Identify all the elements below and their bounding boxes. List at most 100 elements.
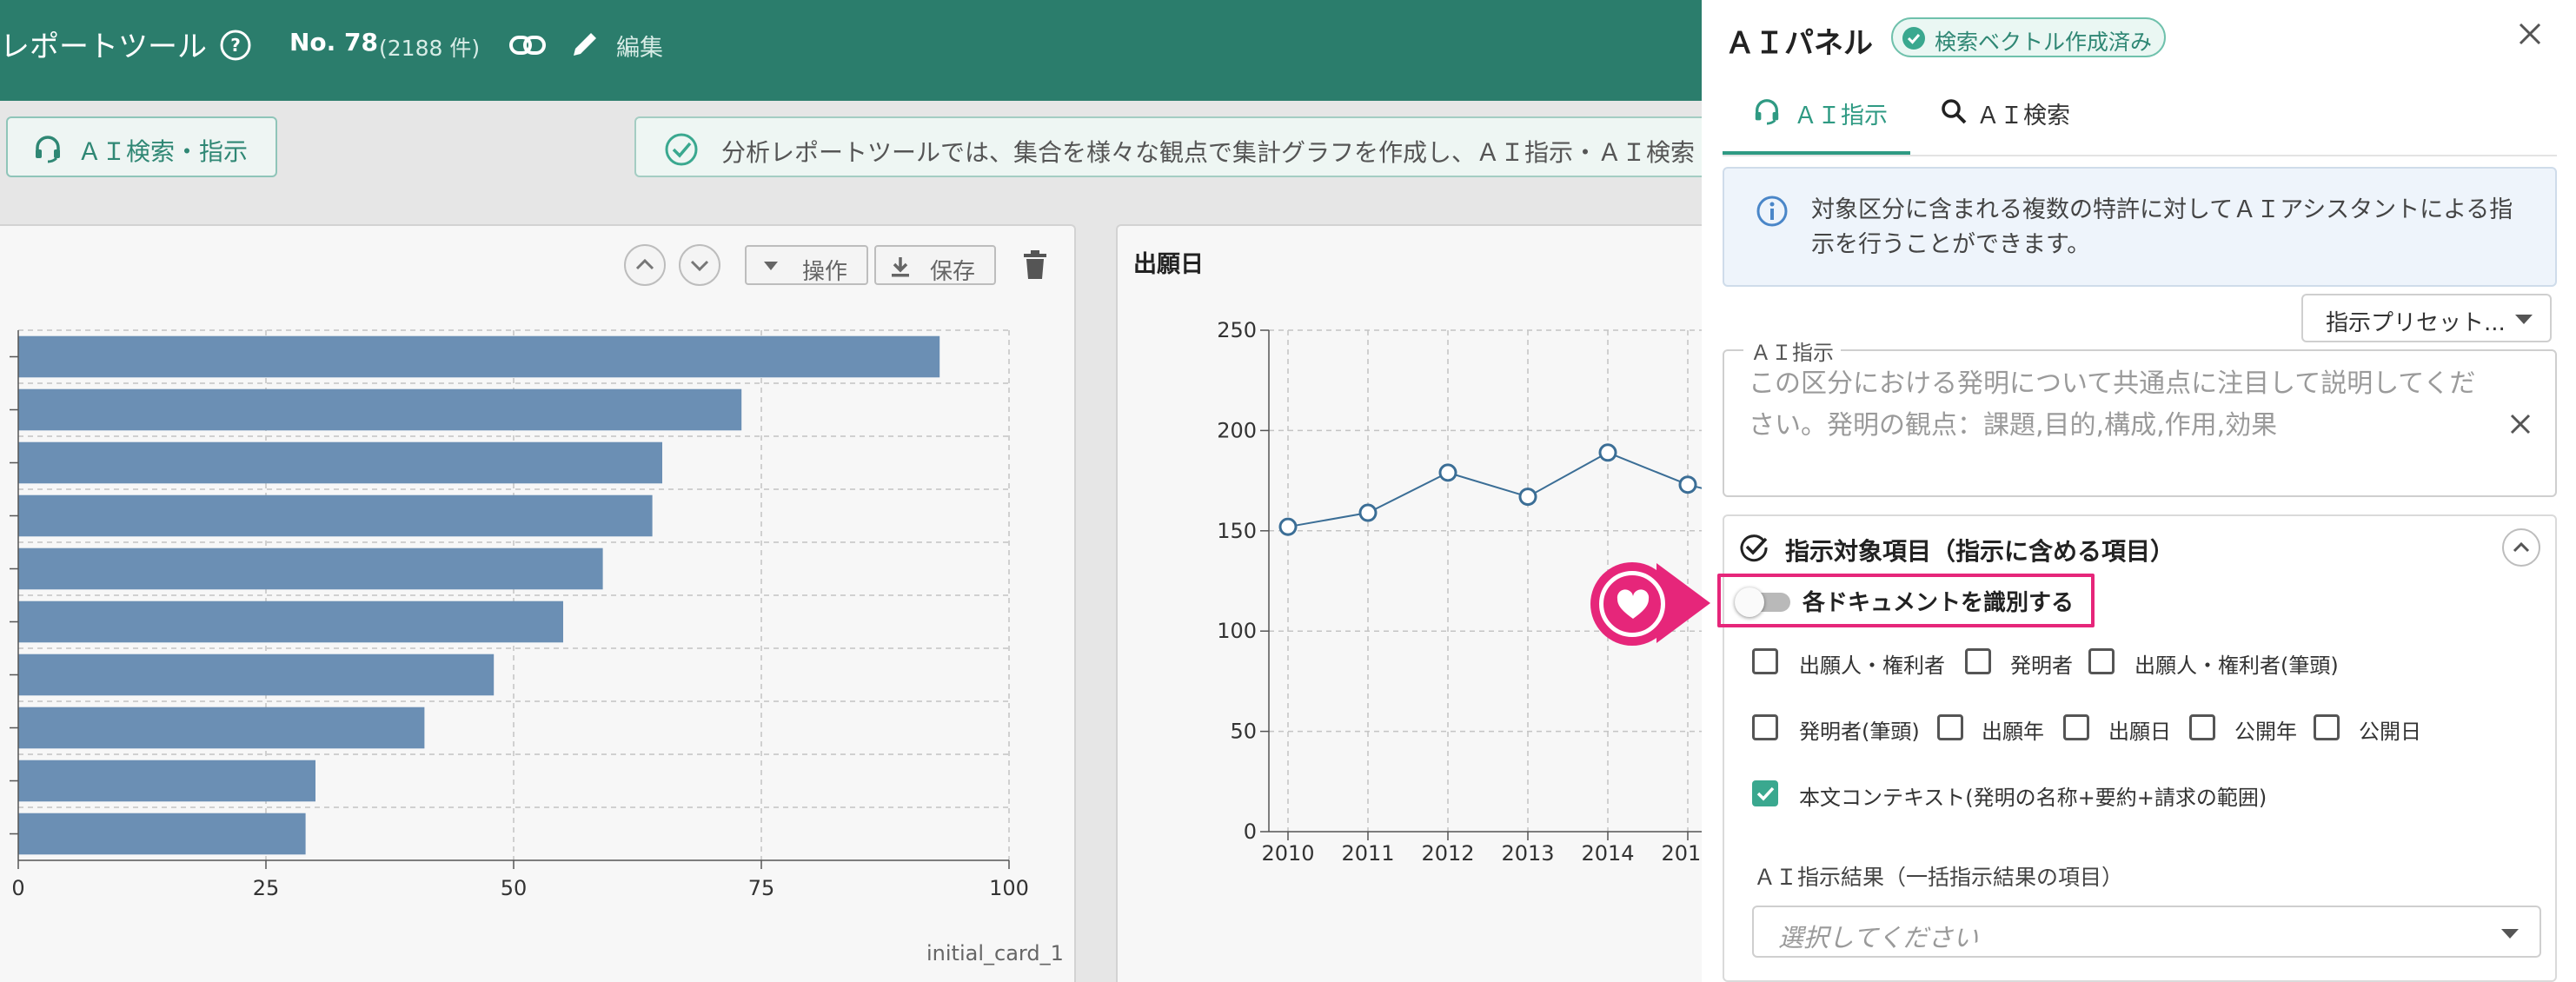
status-badge-label: 検索ベクトル作成済み [1935, 30, 2153, 55]
data-point [1598, 443, 1617, 462]
checkbox-label: 本文コンテキスト(発明の名称+要約+請求の範囲) [1799, 786, 2267, 810]
checkbox-filing-date[interactable] [2063, 714, 2089, 740]
record-number: No. 78 [289, 28, 379, 56]
y-tick-label: 250 [1217, 318, 1257, 342]
x-tick-label: 2014 [1581, 841, 1634, 866]
bar [18, 494, 653, 537]
info-text: 対象区分に含まれる複数の特許に対してＡＩアシスタントによる指示を行うことができま… [1811, 196, 2513, 258]
ai-search-instruct-button[interactable]: ＡＩ検索・指示 [6, 116, 277, 177]
checkbox-label: 公開年 [2234, 720, 2297, 744]
checkbox-label: 出願人・権利者(筆頭) [2134, 654, 2339, 678]
edit-link[interactable]: 編集 [616, 29, 663, 63]
caret-down-icon [2515, 315, 2533, 324]
checkbox-applicant-first[interactable] [2088, 648, 2115, 674]
info-icon [1756, 196, 1788, 227]
pointer-badge [1590, 562, 1674, 646]
series-line [1287, 451, 1738, 528]
caret-down-icon [764, 262, 778, 270]
help-icon[interactable]: ? [219, 29, 252, 62]
y-tick-label: 100 [1217, 619, 1257, 643]
y-tick-label: 0 [1244, 819, 1257, 844]
info-box: 対象区分に含まれる複数の特許に対してＡＩアシスタントによる指示を行うことができま… [1723, 167, 2557, 287]
pencil-icon[interactable] [570, 30, 600, 59]
ai-search-label: ＡＩ検索・指示 [77, 137, 249, 166]
x-tick-label: 2010 [1261, 841, 1314, 866]
highlight-box [1717, 574, 2095, 627]
record-count: (2188 件) [379, 36, 481, 61]
data-point [1678, 475, 1697, 494]
chevron-up-icon [2513, 541, 2530, 553]
collapse-button[interactable] [2502, 528, 2540, 567]
chevron-down-icon [690, 260, 709, 272]
bar [18, 441, 662, 484]
search-icon [1942, 99, 1967, 124]
tab-ai-search[interactable]: ＡＩ検索 [1921, 80, 2095, 155]
x-tick-label: 100 [989, 876, 1029, 900]
data-point [1518, 488, 1537, 507]
check-circle-icon [1740, 534, 1768, 562]
checkbox-pub-date[interactable] [2314, 714, 2340, 740]
x-tick-label: 75 [748, 876, 775, 900]
y-tick-label: 150 [1217, 519, 1257, 543]
check-icon [1756, 786, 1775, 801]
checkbox-pub-year[interactable] [2189, 714, 2215, 740]
bar [18, 760, 315, 802]
link-icon[interactable] [508, 30, 547, 61]
status-badge: 検索ベクトル作成済み [1891, 17, 2167, 57]
checkbox-label: 公開日 [2359, 720, 2421, 744]
checkbox-filing-year[interactable] [1937, 714, 1963, 740]
data-point [1278, 517, 1298, 536]
checkbox-label: 出願年 [1982, 720, 2044, 744]
bar [18, 388, 742, 431]
section-title: 指示対象項目（指示に含める項目） [1785, 537, 2175, 566]
preset-select[interactable]: 指示プリセット... [2301, 294, 2552, 342]
headset-icon [1755, 99, 1779, 125]
x-tick-label: 25 [253, 876, 280, 900]
x-tick-label: 2013 [1501, 841, 1554, 866]
svg-text:?: ? [230, 35, 241, 56]
chart-title: 出願日 [1133, 251, 1204, 278]
preset-select-label: 指示プリセット... [2326, 310, 2506, 336]
tab-label: ＡＩ指示 [1794, 103, 1888, 129]
bar [18, 600, 563, 643]
checkbox-inventor-first[interactable] [1752, 714, 1778, 740]
move-up-button[interactable] [624, 244, 666, 286]
check-circle-icon [1902, 27, 1925, 50]
operate-button[interactable]: 操作 [745, 245, 868, 285]
download-icon [892, 257, 909, 277]
clear-icon[interactable] [2508, 412, 2533, 436]
info-banner: 分析レポートツールでは、集合を様々な観点で集計グラフを作成し、ＡＩ指示・ＡＩ検索 [634, 116, 1764, 177]
save-button[interactable]: 保存 [874, 245, 996, 285]
bar-chart: 0 25 50 75 100 [10, 329, 1029, 900]
bar [18, 335, 940, 378]
bar [18, 654, 495, 696]
checkbox-label: 出願人・権利者 [1799, 654, 1945, 678]
instruction-field-label: ＡＩ指示 [1743, 335, 1841, 366]
result-field-label: ＡＩ指示結果（一括指示結果の項目） [1754, 865, 2124, 890]
caret-down-icon [2501, 929, 2519, 939]
check-circle-icon [665, 133, 698, 166]
chevron-up-icon [635, 258, 654, 270]
headset-icon [36, 136, 60, 163]
x-tick-label: 0 [11, 876, 24, 900]
trash-icon[interactable] [1022, 250, 1048, 280]
close-icon[interactable] [2517, 21, 2543, 47]
app-title: レポートツール [0, 30, 207, 64]
bar [18, 813, 306, 855]
operate-label: 操作 [802, 259, 848, 285]
data-point [1438, 463, 1457, 482]
data-point [1358, 503, 1378, 522]
pointer-badge-inner [1599, 571, 1665, 637]
x-tick-label: 2011 [1341, 841, 1394, 866]
checkbox-inventor[interactable] [1965, 648, 1991, 674]
x-tick-label: 2012 [1421, 841, 1474, 866]
bar [18, 547, 603, 590]
checkbox-body-context[interactable] [1752, 780, 1778, 806]
result-select[interactable]: 選択してください [1752, 906, 2541, 958]
y-tick-label: 200 [1217, 418, 1257, 442]
tab-ai-instruct[interactable]: ＡＩ指示 [1723, 80, 1910, 155]
checkbox-label: 出願日 [2108, 720, 2171, 744]
instruction-input[interactable] [1749, 363, 2487, 485]
checkbox-applicant[interactable] [1752, 648, 1778, 674]
move-down-button[interactable] [679, 244, 720, 286]
